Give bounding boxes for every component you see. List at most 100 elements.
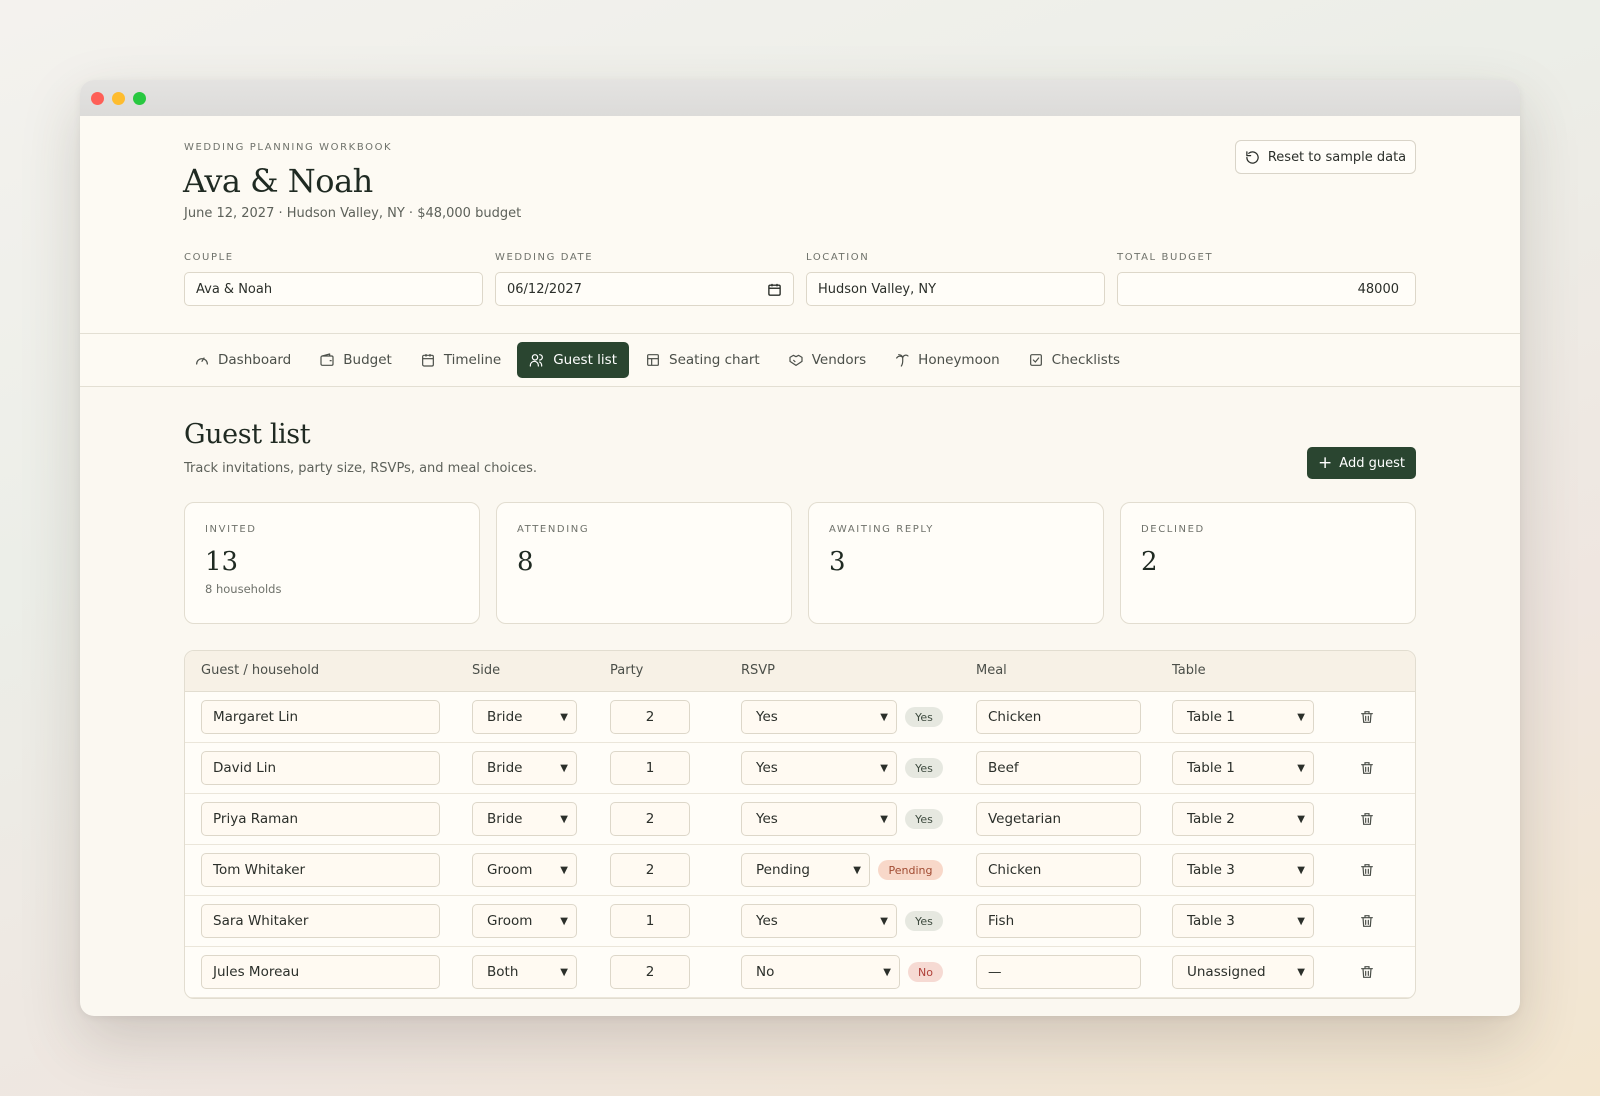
trash-icon[interactable] xyxy=(1359,811,1375,827)
party-size-input[interactable]: 1 xyxy=(610,904,690,938)
guest-name-input[interactable]: Sara Whitaker xyxy=(201,904,440,938)
rsvp-select[interactable]: Yes ▼ xyxy=(741,904,897,938)
rsvp-select[interactable]: No ▼ xyxy=(741,955,900,989)
rsvp-status-badge: Yes xyxy=(905,809,943,829)
add-guest-button[interactable]: + Add guest xyxy=(1307,447,1416,479)
side-value: Bride xyxy=(487,811,523,827)
minimize-window-button[interactable] xyxy=(112,91,125,105)
trash-icon[interactable] xyxy=(1359,964,1375,980)
table-row: David Lin Bride ▼ 1 Yes ▼ Yes Beef Table 1 ▼ xyxy=(185,743,1415,794)
table-value: Table 1 xyxy=(1187,760,1235,776)
side-select[interactable]: Bride ▼ xyxy=(472,802,577,836)
chevron-down-icon: ▼ xyxy=(880,711,888,723)
calendar-picker-icon[interactable] xyxy=(767,282,782,297)
tab-guest-list[interactable]: Guest list xyxy=(517,342,629,378)
table-select[interactable]: Unassigned ▼ xyxy=(1172,955,1314,989)
side-select[interactable]: Groom ▼ xyxy=(472,904,577,938)
chevron-down-icon: ▼ xyxy=(560,813,568,825)
column-header-rsvp: RSVP xyxy=(741,663,776,678)
tab-honeymoon[interactable]: Honeymoon xyxy=(882,342,1012,378)
guest-name-input[interactable]: Tom Whitaker xyxy=(201,853,440,887)
tab-seating-chart[interactable]: Seating chart xyxy=(633,342,772,378)
side-select[interactable]: Both ▼ xyxy=(472,955,577,989)
stat-value: 3 xyxy=(829,547,846,577)
meal-input[interactable]: Fish xyxy=(976,904,1141,938)
couple-title: Ava & Noah xyxy=(183,162,373,200)
location-label: LOCATION xyxy=(806,252,870,263)
chevron-down-icon: ▼ xyxy=(880,915,888,927)
meal-input[interactable]: Chicken xyxy=(976,700,1141,734)
tab-timeline[interactable]: Timeline xyxy=(408,342,513,378)
party-size-input[interactable]: 2 xyxy=(610,700,690,734)
chevron-down-icon: ▼ xyxy=(1297,966,1305,978)
rsvp-select[interactable]: Pending ▼ xyxy=(741,853,870,887)
party-size-input[interactable]: 1 xyxy=(610,751,690,785)
wedding-details-fields: COUPLE Ava & Noah WEDDING DATE 06/12/202… xyxy=(184,252,1416,306)
wedding-date-input[interactable]: 06/12/2027 xyxy=(495,272,794,306)
meal-input[interactable]: Chicken xyxy=(976,853,1141,887)
chevron-down-icon: ▼ xyxy=(560,711,568,723)
couple-input[interactable]: Ava & Noah xyxy=(184,272,483,306)
reset-sample-data-button[interactable]: Reset to sample data xyxy=(1235,140,1416,174)
tab-label: Guest list xyxy=(553,352,617,368)
section-tabs: Dashboard Budget Timeline Guest list Sea… xyxy=(80,334,1520,387)
tab-dashboard[interactable]: Dashboard xyxy=(182,342,303,378)
trash-icon[interactable] xyxy=(1359,709,1375,725)
guest-name-input[interactable]: Priya Raman xyxy=(201,802,440,836)
side-select[interactable]: Bride ▼ xyxy=(472,700,577,734)
tab-checklists[interactable]: Checklists xyxy=(1016,342,1132,378)
add-guest-label: Add guest xyxy=(1339,455,1405,471)
rsvp-select[interactable]: Yes ▼ xyxy=(741,802,897,836)
maximize-window-button[interactable] xyxy=(133,91,146,105)
guest-name-input[interactable]: Jules Moreau xyxy=(201,955,440,989)
side-select[interactable]: Bride ▼ xyxy=(472,751,577,785)
reset-icon xyxy=(1246,150,1259,164)
side-value: Bride xyxy=(487,760,523,776)
rsvp-status-badge: Yes xyxy=(905,758,943,778)
guest-name-input[interactable]: Margaret Lin xyxy=(201,700,440,734)
chevron-down-icon: ▼ xyxy=(880,762,888,774)
budget-input[interactable]: 48000 xyxy=(1117,272,1416,306)
trash-icon[interactable] xyxy=(1359,862,1375,878)
meal-input[interactable]: Beef xyxy=(976,751,1141,785)
tab-vendors[interactable]: Vendors xyxy=(776,342,878,378)
chevron-down-icon: ▼ xyxy=(560,915,568,927)
users-icon xyxy=(529,354,544,367)
stat-value: 2 xyxy=(1141,547,1158,577)
rsvp-select[interactable]: Yes ▼ xyxy=(741,751,897,785)
rsvp-status-badge: No xyxy=(908,962,943,982)
tab-label: Honeymoon xyxy=(918,352,1000,368)
table-select[interactable]: Table 2 ▼ xyxy=(1172,802,1314,836)
table-select[interactable]: Table 1 ▼ xyxy=(1172,751,1314,785)
wedding-date-value: 06/12/2027 xyxy=(507,281,582,297)
table-select[interactable]: Table 1 ▼ xyxy=(1172,700,1314,734)
table-select[interactable]: Table 3 ▼ xyxy=(1172,853,1314,887)
side-value: Groom xyxy=(487,862,533,878)
guest-name-input[interactable]: David Lin xyxy=(201,751,440,785)
stat-card-declined: DECLINED 2 xyxy=(1120,502,1416,624)
rsvp-select[interactable]: Yes ▼ xyxy=(741,700,897,734)
window-titlebar xyxy=(80,80,1520,116)
meal-input[interactable]: — xyxy=(976,955,1141,989)
rsvp-value: Yes xyxy=(756,709,778,725)
party-size-input[interactable]: 2 xyxy=(610,802,690,836)
rsvp-value: Pending xyxy=(756,862,810,878)
table-value: Table 2 xyxy=(1187,811,1235,827)
table-row: Priya Raman Bride ▼ 2 Yes ▼ Yes Vegetarian Table… xyxy=(185,794,1415,845)
tab-label: Dashboard xyxy=(218,352,292,368)
close-window-button[interactable] xyxy=(91,91,104,105)
table-select[interactable]: Table 3 ▼ xyxy=(1172,904,1314,938)
chevron-down-icon: ▼ xyxy=(560,864,568,876)
table-row: Margaret Lin Bride ▼ 2 Yes ▼ Yes Chicken Table 1… xyxy=(185,692,1415,743)
side-select[interactable]: Groom ▼ xyxy=(472,853,577,887)
column-header-party: Party xyxy=(610,663,644,678)
chevron-down-icon: ▼ xyxy=(880,813,888,825)
meal-input[interactable]: Vegetarian xyxy=(976,802,1141,836)
party-size-input[interactable]: 2 xyxy=(610,955,690,989)
table-value: Table 1 xyxy=(1187,709,1235,725)
party-size-input[interactable]: 2 xyxy=(610,853,690,887)
trash-icon[interactable] xyxy=(1359,760,1375,776)
location-input[interactable]: Hudson Valley, NY xyxy=(806,272,1105,306)
tab-budget[interactable]: Budget xyxy=(307,342,404,378)
trash-icon[interactable] xyxy=(1359,913,1375,929)
